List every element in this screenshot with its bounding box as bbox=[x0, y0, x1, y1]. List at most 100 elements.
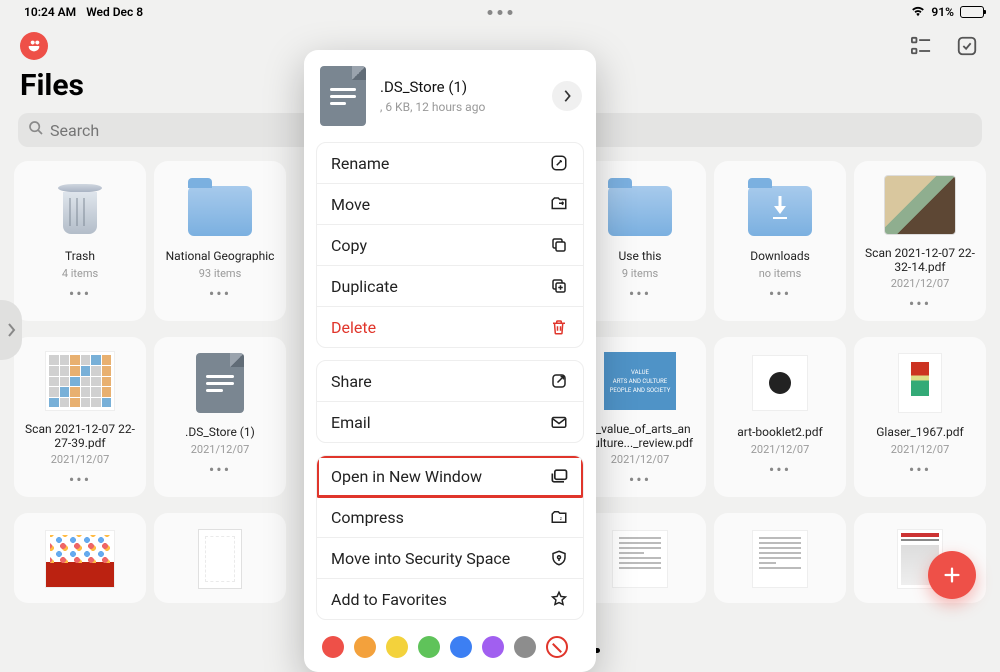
document-icon bbox=[320, 66, 366, 126]
file-sub: 2021/12/07 bbox=[51, 453, 110, 466]
view-list-button[interactable] bbox=[908, 33, 934, 59]
battery-pct: 91% bbox=[931, 5, 954, 19]
search-icon bbox=[28, 120, 44, 140]
file-item-folder[interactable]: National Geographic 93 items ••• bbox=[154, 161, 286, 321]
menu-duplicate[interactable]: Duplicate bbox=[317, 266, 583, 307]
mail-icon bbox=[549, 412, 569, 432]
file-name: Scan 2021-12-07 22-27-39.pdf bbox=[20, 422, 140, 449]
chevron-right-icon[interactable] bbox=[552, 81, 582, 111]
menu-move[interactable]: Move bbox=[317, 184, 583, 225]
file-more-button[interactable]: ••• bbox=[769, 284, 791, 303]
color-tag-red[interactable] bbox=[322, 636, 344, 658]
file-sub: 2021/12/07 bbox=[751, 443, 810, 456]
folder-icon bbox=[188, 186, 252, 236]
file-item-downloads[interactable]: Downloads no items ••• bbox=[714, 161, 846, 321]
file-name: National Geographic bbox=[166, 249, 275, 263]
menu-copy[interactable]: Copy bbox=[317, 225, 583, 266]
wifi-icon bbox=[911, 5, 925, 20]
trash-icon bbox=[58, 180, 102, 234]
menu-email[interactable]: Email bbox=[317, 402, 583, 442]
menu-label: Add to Favorites bbox=[331, 590, 447, 609]
color-tag-none[interactable] bbox=[546, 636, 568, 658]
multitask-dots[interactable] bbox=[488, 10, 513, 15]
add-button[interactable] bbox=[928, 551, 976, 599]
file-item-booklet[interactable] bbox=[154, 513, 286, 603]
file-more-button[interactable]: ••• bbox=[69, 470, 91, 489]
duplicate-icon bbox=[549, 276, 569, 296]
pdf-thumb-icon bbox=[45, 351, 115, 411]
menu-add-favorites[interactable]: Add to Favorites bbox=[317, 579, 583, 619]
menu-group-2: Share Email bbox=[316, 360, 584, 443]
file-more-button[interactable]: ••• bbox=[629, 470, 651, 489]
pdf-thumb-icon bbox=[45, 530, 115, 588]
menu-group-1: Rename Move Copy Duplicate Delete bbox=[316, 142, 584, 348]
folder-download-icon bbox=[748, 186, 812, 236]
window-icon bbox=[549, 466, 569, 486]
status-time: 10:24 AM bbox=[24, 5, 76, 19]
pdf-thumb-icon bbox=[752, 530, 808, 588]
context-file-sub: , 6 KB, 12 hours ago bbox=[380, 100, 538, 114]
file-item-booklet2[interactable]: art-booklet2.pdf 2021/12/07 ••• bbox=[714, 337, 846, 497]
context-file-info[interactable]: .DS_Store (1) , 6 KB, 12 hours ago bbox=[304, 50, 596, 142]
file-name: e_value_of_arts_an culture..._review.pdf bbox=[580, 422, 700, 449]
menu-label: Open in New Window bbox=[331, 467, 482, 486]
file-name: Use this bbox=[619, 249, 662, 263]
menu-label: Delete bbox=[331, 318, 376, 337]
file-item-math[interactable] bbox=[14, 513, 146, 603]
file-item-glaser[interactable]: Glaser_1967.pdf 2021/12/07 ••• bbox=[854, 337, 986, 497]
move-icon bbox=[549, 194, 569, 214]
status-date: Wed Dec 8 bbox=[86, 5, 143, 19]
color-tags-row bbox=[304, 632, 596, 658]
file-more-button[interactable]: ••• bbox=[69, 284, 91, 303]
pdf-thumb-icon bbox=[752, 355, 808, 411]
menu-label: Move bbox=[331, 195, 370, 214]
menu-share[interactable]: Share bbox=[317, 361, 583, 402]
file-item-scan-pdf[interactable]: Scan 2021-12-07 22-27-39.pdf 2021/12/07 … bbox=[14, 337, 146, 497]
menu-rename[interactable]: Rename bbox=[317, 143, 583, 184]
menu-compress[interactable]: Compress z bbox=[317, 497, 583, 538]
file-name: Glaser_1967.pdf bbox=[876, 425, 963, 439]
star-icon bbox=[549, 589, 569, 609]
file-more-button[interactable]: ••• bbox=[209, 284, 231, 303]
color-tag-blue[interactable] bbox=[450, 636, 472, 658]
file-sub: 2021/12/07 bbox=[891, 443, 950, 456]
file-more-button[interactable]: ••• bbox=[909, 460, 931, 479]
shield-icon bbox=[549, 548, 569, 568]
file-sub: no items bbox=[759, 267, 802, 280]
status-bar: 10:24 AM Wed Dec 8 91% bbox=[0, 0, 1000, 24]
file-sub: 2021/12/07 bbox=[191, 443, 250, 456]
menu-label: Share bbox=[331, 372, 372, 391]
file-more-button[interactable]: ••• bbox=[209, 460, 231, 479]
color-tag-gray[interactable] bbox=[514, 636, 536, 658]
file-name: Downloads bbox=[750, 249, 810, 263]
svg-text:z: z bbox=[560, 517, 563, 522]
select-button[interactable] bbox=[954, 33, 980, 59]
slide-over-handle[interactable] bbox=[0, 300, 22, 360]
color-tag-purple[interactable] bbox=[482, 636, 504, 658]
color-tag-orange[interactable] bbox=[354, 636, 376, 658]
zip-icon: z bbox=[549, 507, 569, 527]
file-item-text2[interactable] bbox=[714, 513, 846, 603]
file-sub: 2021/12/07 bbox=[891, 277, 950, 290]
context-menu: .DS_Store (1) , 6 KB, 12 hours ago Renam… bbox=[304, 50, 596, 672]
file-more-button[interactable]: ••• bbox=[909, 294, 931, 313]
color-tag-green[interactable] bbox=[418, 636, 440, 658]
file-more-button[interactable]: ••• bbox=[629, 284, 651, 303]
file-item-scan-image[interactable]: Scan 2021-12-07 22-32-14.pdf 2021/12/07 … bbox=[854, 161, 986, 321]
menu-label: Compress bbox=[331, 508, 404, 527]
pdf-thumb-icon bbox=[612, 530, 668, 588]
file-more-button[interactable]: ••• bbox=[769, 460, 791, 479]
file-item-trash[interactable]: Trash 4 items ••• bbox=[14, 161, 146, 321]
file-item-dsstore[interactable]: .DS_Store (1) 2021/12/07 ••• bbox=[154, 337, 286, 497]
menu-open-new-window[interactable]: Open in New Window bbox=[317, 456, 583, 497]
menu-security-space[interactable]: Move into Security Space bbox=[317, 538, 583, 579]
file-name: .DS_Store (1) bbox=[185, 425, 255, 439]
pdf-thumb-icon: VALUEARTS AND CULTUREPEOPLE AND SOCIETY bbox=[604, 352, 676, 410]
pdf-thumb-icon bbox=[198, 529, 242, 589]
folder-icon bbox=[608, 186, 672, 236]
color-tag-yellow[interactable] bbox=[386, 636, 408, 658]
image-thumb-icon bbox=[884, 175, 956, 235]
menu-delete[interactable]: Delete bbox=[317, 307, 583, 347]
file-sub: 4 items bbox=[62, 267, 98, 280]
app-logo-icon[interactable] bbox=[20, 32, 48, 60]
